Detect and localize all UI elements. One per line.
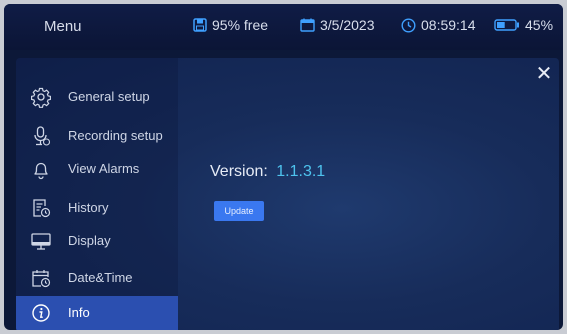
battery-icon: [494, 19, 519, 31]
sidebar-item-recording-setup[interactable]: Recording setup: [16, 119, 178, 153]
sidebar-item-label: Recording setup: [68, 128, 163, 143]
time-status: 08:59:14: [401, 17, 476, 33]
storage-status: 95% free: [193, 17, 268, 33]
top-bar: Menu 95% free 3/5/2023 08:59:14 45%: [4, 4, 563, 50]
clock-icon: [401, 17, 416, 33]
bell-icon: [34, 162, 48, 180]
history-icon: [33, 199, 51, 218]
sidebar-item-view-alarms[interactable]: View Alarms: [16, 152, 178, 186]
sidebar-item-general-setup[interactable]: General setup: [16, 80, 178, 114]
info-icon: [32, 304, 50, 322]
sidebar-item-date-time[interactable]: Date&Time: [16, 261, 178, 295]
sidebar-item-label: Date&Time: [68, 270, 133, 285]
menu-title: Menu: [44, 18, 82, 35]
date-text: 3/5/2023: [320, 17, 375, 33]
menu-panel: General setup Recording setup View Alarm…: [16, 58, 559, 330]
calendar-clock-icon: [32, 270, 51, 288]
sidebar-item-display[interactable]: Display: [16, 224, 178, 258]
time-text: 08:59:14: [421, 17, 476, 33]
device-screen: Menu 95% free 3/5/2023 08:59:14 45% Gene…: [4, 4, 563, 330]
monitor-icon: [31, 233, 51, 250]
sidebar-item-info[interactable]: Info: [16, 296, 178, 330]
battery-status: 45%: [494, 17, 553, 33]
version-label: Version:: [210, 163, 268, 180]
sidebar-item-label: History: [68, 200, 109, 215]
save-icon: [193, 18, 207, 32]
sidebar-item-history[interactable]: History: [16, 191, 178, 225]
microphone-icon: [34, 126, 51, 146]
calendar-icon: [300, 18, 315, 32]
gear-icon: [31, 87, 51, 108]
storage-text: 95% free: [212, 17, 269, 33]
version-value: 1.1.3.1: [276, 163, 326, 180]
sidebar-item-label: View Alarms: [68, 161, 140, 176]
sidebar-item-label: General setup: [68, 89, 150, 104]
close-icon[interactable]: ✕: [534, 64, 554, 84]
update-button[interactable]: Update: [214, 201, 264, 221]
sidebar: General setup Recording setup View Alarm…: [16, 58, 178, 330]
date-status: 3/5/2023: [300, 17, 375, 33]
sidebar-item-label: Display: [68, 233, 111, 248]
sidebar-item-label: Info: [68, 305, 90, 320]
version-row: Version: 1.1.3.1: [210, 163, 325, 181]
battery-text: 45%: [525, 17, 554, 33]
